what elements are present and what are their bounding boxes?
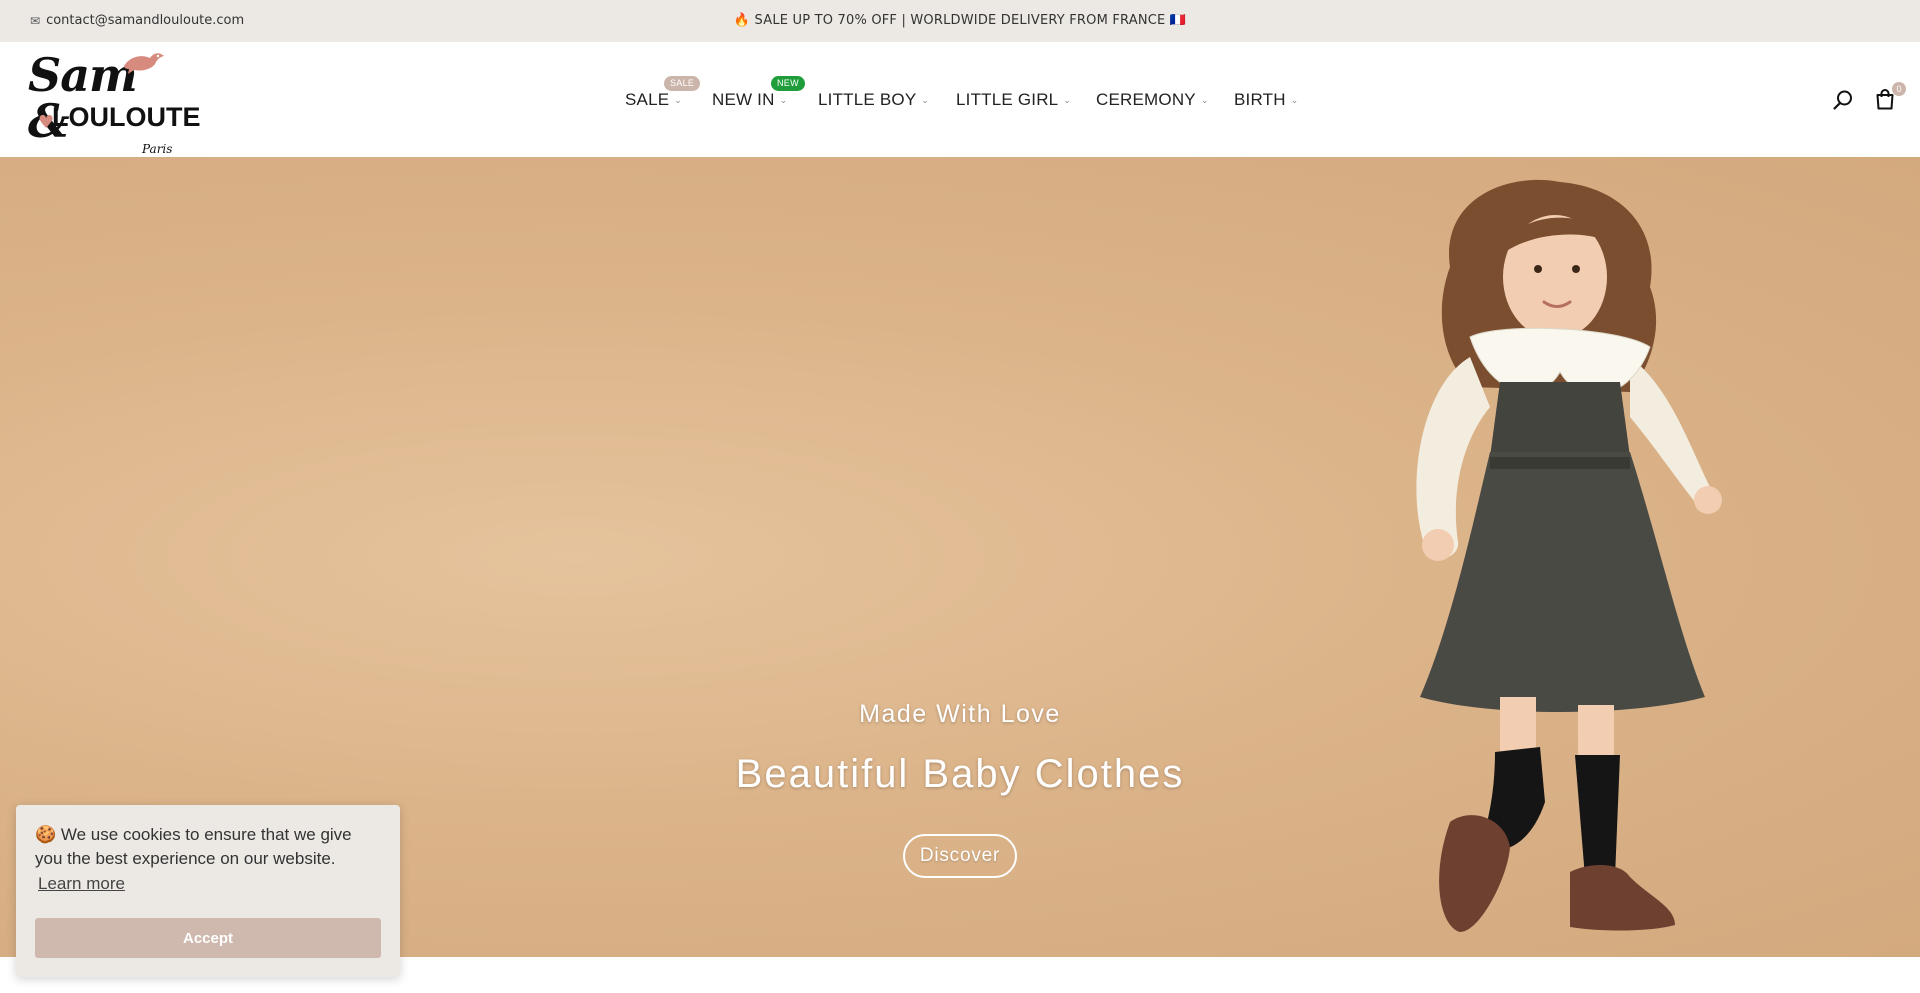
nav-item-label: LITTLE GIRL xyxy=(956,90,1059,109)
nav-item-label: LITTLE BOY xyxy=(818,90,917,109)
nav-item-label: NEW IN xyxy=(712,90,775,109)
cart-button[interactable]: 0 xyxy=(1875,82,1906,114)
logo-text-paris: Paris xyxy=(142,142,173,156)
nav-item-ceremony[interactable]: CEREMONY ⌄ xyxy=(1096,90,1209,110)
discover-button[interactable]: Discover xyxy=(903,834,1017,878)
logo-text-louloute: LOULOUTE xyxy=(52,102,201,132)
nav-item-sale[interactable]: SALE ⌄ SALE xyxy=(625,76,701,110)
chevron-down-icon: ⌄ xyxy=(1290,94,1299,105)
announcement-text: 🔥 SALE UP TO 70% OFF | WORLDWIDE DELIVER… xyxy=(733,13,1187,28)
site-header: Sam & ♥ LOULOUTE Paris SALE ⌄ SALE NEW I… xyxy=(0,42,1920,157)
chevron-down-icon: ⌄ xyxy=(1200,94,1209,105)
search-icon xyxy=(1833,90,1852,110)
hero-girl-image xyxy=(1416,179,1722,932)
nav-item-label: SALE xyxy=(625,90,670,109)
bird-icon xyxy=(124,53,164,74)
nav-item-birth[interactable]: BIRTH ⌄ xyxy=(1234,90,1298,110)
search-button[interactable] xyxy=(1832,89,1854,115)
accept-cookies-button[interactable]: Accept xyxy=(35,918,381,958)
sale-badge: SALE xyxy=(664,76,701,91)
new-badge: NEW xyxy=(771,76,805,91)
chevron-down-icon: ⌄ xyxy=(779,94,788,105)
main-navigation: SALE ⌄ SALE NEW IN ⌄ NEW LITTLE BOY ⌄ LI… xyxy=(0,42,1920,157)
cookie-consent-banner: 🍪 We use cookies to ensure that we give … xyxy=(16,805,400,977)
nav-item-label: CEREMONY xyxy=(1096,90,1196,109)
nav-item-new-in[interactable]: NEW IN ⌄ NEW xyxy=(712,76,805,110)
chevron-down-icon: ⌄ xyxy=(1063,94,1072,105)
logo[interactable]: Sam & ♥ LOULOUTE Paris xyxy=(28,50,201,156)
chevron-down-icon: ⌄ xyxy=(674,94,683,105)
hero-title: Beautiful Baby Clothes xyxy=(735,752,1185,796)
nav-item-little-boy[interactable]: LITTLE BOY ⌄ xyxy=(818,90,929,110)
cart-count-badge: 0 xyxy=(1892,82,1906,96)
chevron-down-icon: ⌄ xyxy=(921,94,930,105)
learn-more-link[interactable]: Learn more xyxy=(38,874,125,894)
nav-item-label: BIRTH xyxy=(1234,90,1286,109)
cookie-message: 🍪 We use cookies to ensure that we give … xyxy=(35,825,352,868)
hero-subtitle: Made With Love xyxy=(859,700,1061,728)
top-announcement-bar: ✉ contact@samandlouloute.com 🔥 SALE UP T… xyxy=(0,0,1920,42)
nav-item-little-girl[interactable]: LITTLE GIRL ⌄ xyxy=(956,90,1071,110)
